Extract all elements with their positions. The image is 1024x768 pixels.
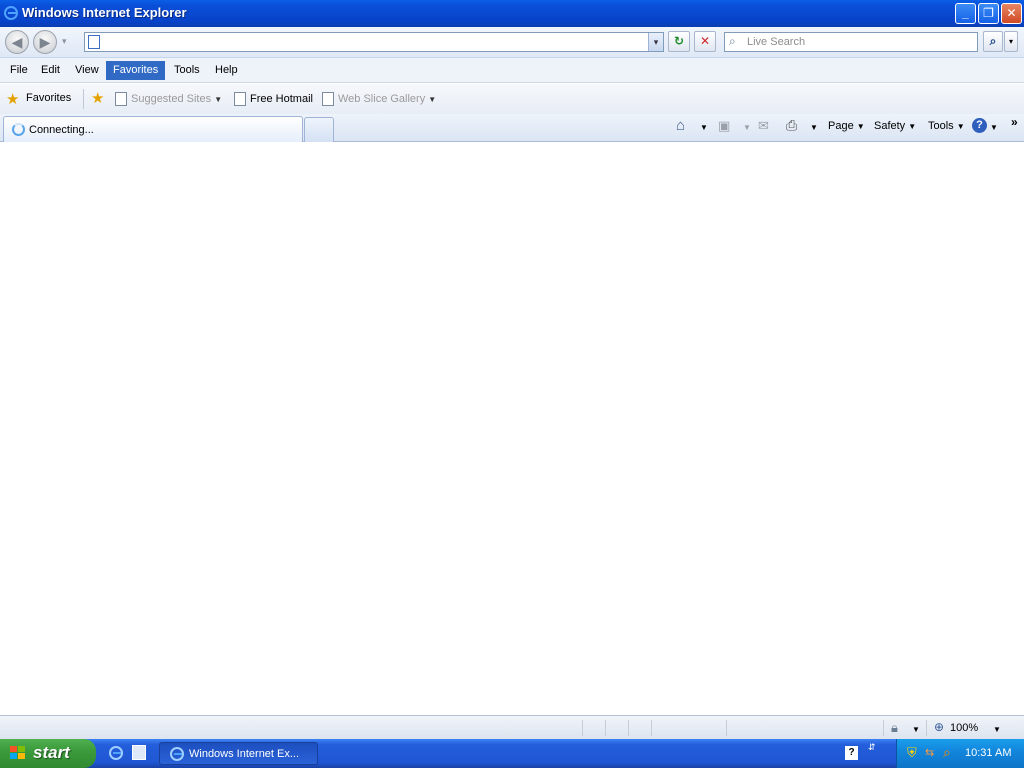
page-menu[interactable]: Page ▼ <box>828 120 865 132</box>
system-tray: ⛨ ⇆ ⌕ 10:31 AM <box>896 739 1024 768</box>
status-divider <box>651 720 652 736</box>
title-bar[interactable]: Windows Internet Explorer _ ❐ ✕ <box>0 0 1024 27</box>
search-input[interactable]: ⌕ Live Search <box>724 32 978 52</box>
help-dropdown[interactable]: ▼ <box>990 123 998 132</box>
page-icon <box>234 92 246 106</box>
favorites-button[interactable]: Favorites <box>26 92 71 104</box>
ie-icon <box>170 747 184 761</box>
refresh-button[interactable]: ↻ <box>668 31 690 52</box>
fav-suggested-sites[interactable]: Suggested Sites ▼ <box>115 92 222 106</box>
window-title: Windows Internet Explorer <box>22 5 187 20</box>
menu-favorites[interactable]: Favorites <box>106 61 166 80</box>
ie-logo-icon <box>4 6 18 20</box>
taskbar-item-ie[interactable]: Windows Internet Ex... <box>159 742 318 765</box>
address-dropdown-button[interactable]: ▾ <box>648 33 663 51</box>
feeds-icon[interactable]: ▣ <box>718 118 730 134</box>
address-input[interactable]: ▾ <box>84 32 664 52</box>
page-icon <box>115 92 127 106</box>
windows-flag-icon <box>10 746 26 761</box>
favorites-bar: ★ Favorites ★ Suggested Sites ▼ Free Hot… <box>0 84 1024 114</box>
start-button[interactable]: start <box>0 739 96 768</box>
menu-bar: File Edit View Favorites Tools Help <box>0 58 1024 83</box>
help-tray-icon[interactable]: ? <box>845 746 858 760</box>
page-content[interactable] <box>0 142 1024 715</box>
close-button[interactable]: ✕ <box>1001 3 1022 24</box>
loading-spinner-icon <box>12 123 25 136</box>
page-icon <box>88 35 100 49</box>
stop-button[interactable]: ✕ <box>694 31 716 52</box>
feeds-dropdown[interactable]: ▼ <box>743 123 751 132</box>
back-button[interactable]: ◀ <box>5 30 29 54</box>
search-options-button[interactable]: ▾ <box>1004 31 1018 52</box>
taskbar: start Windows Internet Ex... ? ⇵ ⛨ ⇆ ⌕ 1… <box>0 739 1024 768</box>
zoom-icon[interactable]: ⊕ <box>934 720 944 734</box>
menu-file[interactable]: File <box>3 61 35 80</box>
menu-tools[interactable]: Tools <box>167 61 207 80</box>
search-tray-icon[interactable]: ⌕ <box>943 744 951 761</box>
recent-pages-dropdown[interactable]: ▾ <box>62 36 67 47</box>
tools-menu[interactable]: Tools ▼ <box>928 120 965 132</box>
menu-view[interactable]: View <box>68 61 106 80</box>
status-divider <box>883 720 884 736</box>
status-divider <box>726 720 727 736</box>
divider <box>83 89 84 109</box>
network-tray-icon[interactable]: ⇵ <box>868 742 876 753</box>
protected-mode-icon[interactable]: 🔒︎ <box>891 720 898 736</box>
connection-tray-icon[interactable]: ⇆ <box>925 746 934 759</box>
address-toolbar: ◀ ▶ ▾ ▾ ↻ ✕ ⌕ Live Search ⌕ ▾ <box>0 27 1024 58</box>
toolbar-overflow-chevron-icon[interactable]: » <box>1011 115 1018 129</box>
restore-button[interactable]: ❐ <box>978 3 999 24</box>
clock[interactable]: 10:31 AM <box>965 747 1011 759</box>
safety-menu[interactable]: Safety ▼ <box>874 120 916 132</box>
protected-mode-dropdown[interactable]: ▼ <box>912 725 920 734</box>
status-divider <box>582 720 583 736</box>
print-dropdown[interactable]: ▼ <box>810 123 818 132</box>
zoom-dropdown[interactable]: ▼ <box>993 725 1001 734</box>
read-mail-icon[interactable]: ✉ <box>758 118 769 134</box>
print-icon[interactable]: ⎙ <box>786 117 797 134</box>
fav-web-slice-gallery[interactable]: Web Slice Gallery ▼ <box>322 92 436 106</box>
status-divider <box>628 720 629 736</box>
minimize-button[interactable]: _ <box>955 3 976 24</box>
home-icon[interactable]: ⌂ <box>676 117 685 134</box>
page-icon <box>322 92 334 106</box>
new-tab-button[interactable] <box>304 117 334 142</box>
tab-row: Connecting... ⌂ ▼ ▣ ▼ ✉ ⎙ ▼ Page ▼ Safet… <box>0 114 1024 142</box>
favorites-star-icon: ★ <box>6 91 20 108</box>
menu-help[interactable]: Help <box>208 61 245 80</box>
security-shield-icon[interactable]: ⛨ <box>907 745 917 761</box>
status-divider <box>926 720 927 736</box>
tab-current[interactable]: Connecting... <box>3 116 303 142</box>
add-to-favorites-icon[interactable]: ★ <box>91 89 104 107</box>
help-icon[interactable]: ? <box>972 118 987 133</box>
quicklaunch-show-desktop-icon[interactable] <box>132 745 146 760</box>
status-bar: 🔒︎ ▼ ⊕ 100% ▼ <box>0 715 1024 739</box>
fav-free-hotmail[interactable]: Free Hotmail <box>234 92 313 106</box>
status-divider <box>605 720 606 736</box>
zoom-level[interactable]: 100% <box>950 722 978 734</box>
menu-edit[interactable]: Edit <box>34 61 67 80</box>
home-dropdown[interactable]: ▼ <box>700 123 708 132</box>
search-button[interactable]: ⌕ <box>983 31 1003 52</box>
tab-label: Connecting... <box>29 124 94 136</box>
quicklaunch-ie-icon[interactable] <box>109 746 123 760</box>
search-magnifier-icon: ⌕ <box>729 34 736 48</box>
forward-button[interactable]: ▶ <box>33 30 57 54</box>
